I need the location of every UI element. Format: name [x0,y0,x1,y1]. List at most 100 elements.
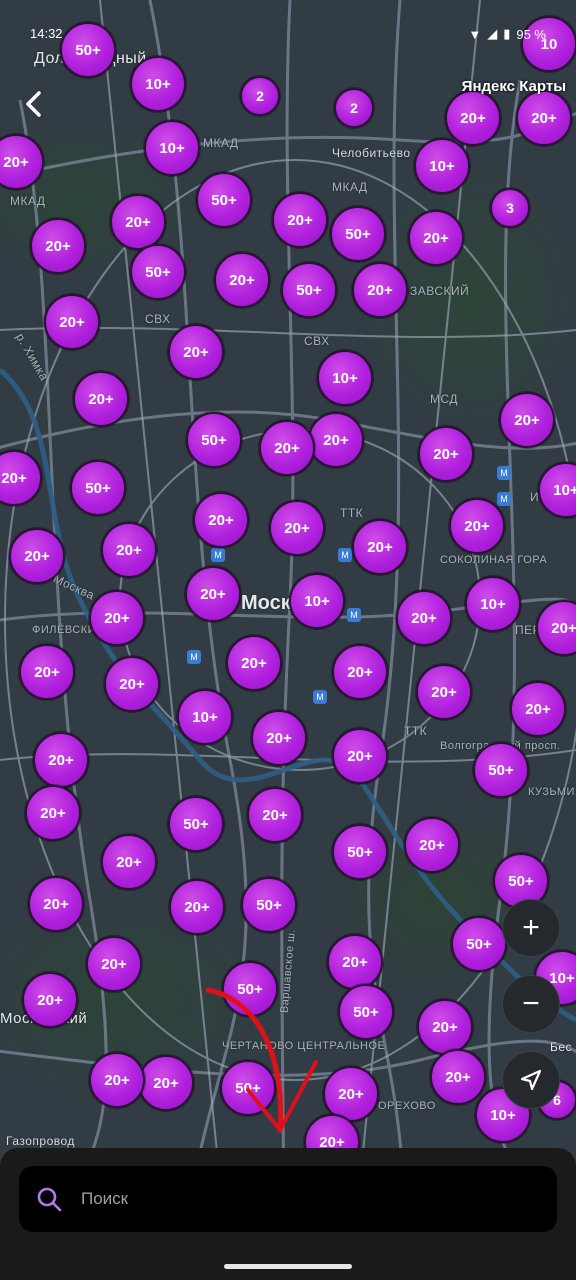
metro-icon: M [497,492,511,506]
map-cluster-marker[interactable]: 10+ [177,689,233,745]
map-canvas[interactable]: Долгопрудный Челобитьево МКАД МКАД МКАД … [0,0,576,1280]
map-cluster-marker[interactable]: 10+ [144,120,200,176]
locate-me-button[interactable] [502,1051,560,1109]
map-cluster-marker[interactable]: 20+ [332,644,388,700]
map-cluster-marker[interactable]: 50+ [222,961,278,1017]
map-label: СВХ [145,312,171,326]
search-input[interactable]: Поиск [19,1166,557,1232]
map-cluster-marker[interactable]: 3 [490,188,530,228]
map-cluster-marker[interactable]: 20+ [404,817,460,873]
map-label: Челобитьево [332,146,411,160]
map-cluster-marker[interactable]: 50+ [281,262,337,318]
map-cluster-marker[interactable]: 20+ [510,681,566,737]
map-label: СОКОЛИНАЯ ГОРА [440,554,548,566]
zoom-out-button[interactable]: − [502,975,560,1033]
map-cluster-marker[interactable]: 50+ [130,244,186,300]
map-cluster-marker[interactable]: 50+ [330,206,386,262]
map-cluster-marker[interactable]: 2 [334,88,374,128]
map-cluster-marker[interactable]: 20+ [44,294,100,350]
map-cluster-marker[interactable]: 20+ [22,972,78,1028]
map-label: МКАД [10,194,46,208]
map-cluster-marker[interactable]: 20+ [185,566,241,622]
zoom-in-button[interactable]: + [502,899,560,957]
map-cluster-marker[interactable]: 50+ [168,796,224,852]
status-bar: 14:32 ▼ ◢ ▮ 95 % [0,24,576,46]
map-cluster-marker[interactable]: 20+ [30,218,86,274]
battery-icon: ▮ [503,26,511,41]
chevron-left-icon [26,91,41,117]
map-cluster-marker[interactable]: 20+ [308,412,364,468]
home-indicator[interactable] [224,1264,352,1269]
map-cluster-marker[interactable]: 20+ [327,934,383,990]
map-cluster-marker[interactable]: 20+ [332,728,388,784]
status-icons: ▼ ◢ ▮ 95 % [468,26,546,42]
map-cluster-marker[interactable]: 20+ [417,999,473,1055]
map-cluster-marker[interactable]: 20+ [101,522,157,578]
map-cluster-marker[interactable]: 50+ [338,984,394,1040]
map-cluster-marker[interactable]: 20+ [445,90,501,146]
map-cluster-marker[interactable]: 20+ [259,420,315,476]
map-cluster-marker[interactable]: 20+ [226,635,282,691]
map-label: КУЗЬМИНКИ [528,786,576,798]
metro-icon: M [497,466,511,480]
map-cluster-marker[interactable]: 20+ [9,528,65,584]
map-cluster-marker[interactable]: 20+ [499,392,555,448]
map-cluster-marker[interactable]: 50+ [220,1060,276,1116]
map-cluster-marker[interactable]: 20+ [33,732,89,788]
navigation-arrow-icon [520,1069,542,1091]
map-cluster-marker[interactable]: 20+ [193,492,249,548]
map-cluster-marker[interactable]: 20+ [272,192,328,248]
map-cluster-marker[interactable]: 50+ [451,916,507,972]
map-cluster-marker[interactable]: 20+ [25,785,81,841]
app-brand: Яндекс Карты [461,78,566,95]
map-cluster-marker[interactable]: 20+ [516,90,572,146]
search-icon [37,1187,62,1212]
map-cluster-marker[interactable]: 20+ [449,498,505,554]
map-cluster-marker[interactable]: 20+ [110,194,166,250]
map-cluster-marker[interactable]: 20+ [168,324,224,380]
map-cluster-marker[interactable]: 50+ [186,412,242,468]
map-cluster-marker[interactable]: 10+ [130,56,186,112]
map-cluster-marker[interactable]: 20+ [73,371,129,427]
map-label: Газопровод [6,1134,75,1148]
map-cluster-marker[interactable]: 20+ [19,644,75,700]
map-cluster-marker[interactable]: 20+ [416,664,472,720]
map-cluster-marker[interactable]: 20+ [251,710,307,766]
map-cluster-marker[interactable]: 20+ [169,879,225,935]
map-cluster-marker[interactable]: 50+ [70,460,126,516]
map-cluster-marker[interactable]: 20+ [28,876,84,932]
map-cluster-marker[interactable]: 10+ [289,573,345,629]
map-cluster-marker[interactable]: 20+ [396,590,452,646]
map-cluster-marker[interactable]: 20+ [418,426,474,482]
bottom-sheet: Поиск [0,1148,576,1280]
map-cluster-marker[interactable]: 20+ [247,787,303,843]
map-cluster-marker[interactable]: 20+ [214,252,270,308]
map-cluster-marker[interactable]: 50+ [196,172,252,228]
map-cluster-marker[interactable]: 20+ [269,500,325,556]
map-cluster-marker[interactable]: 20+ [86,936,142,992]
map-cluster-marker[interactable]: 10+ [414,138,470,194]
map-cluster-marker[interactable]: 20+ [430,1049,486,1105]
map-cluster-marker[interactable]: 20+ [101,834,157,890]
minus-icon: − [522,987,540,1020]
map-cluster-marker[interactable]: 50+ [473,742,529,798]
map-cluster-marker[interactable]: 10+ [465,576,521,632]
map-cluster-marker[interactable]: 20+ [352,262,408,318]
map-cluster-marker[interactable]: 20+ [89,590,145,646]
metro-icon: M [211,548,225,562]
map-label: ЧЕРТАНОВО ЦЕНТРАЛЬНОЕ [222,1040,386,1052]
map-cluster-marker[interactable]: 50+ [332,824,388,880]
map-label: ЗАВСКИЙ [410,284,470,298]
map-cluster-marker[interactable]: 20+ [352,519,408,575]
map-label: ОРЕХОВО [378,1100,436,1112]
back-button[interactable] [18,88,50,120]
map-label: СВХ [304,334,330,348]
map-cluster-marker[interactable]: 2 [240,76,280,116]
metro-icon: M [187,650,201,664]
map-cluster-marker[interactable]: 50+ [241,877,297,933]
map-cluster-marker[interactable]: 10+ [317,350,373,406]
map-cluster-marker[interactable]: 20+ [104,656,160,712]
map-cluster-marker[interactable]: 20+ [408,210,464,266]
map-cluster-marker[interactable]: 20+ [89,1052,145,1108]
map-cluster-marker[interactable]: 20+ [138,1055,194,1111]
